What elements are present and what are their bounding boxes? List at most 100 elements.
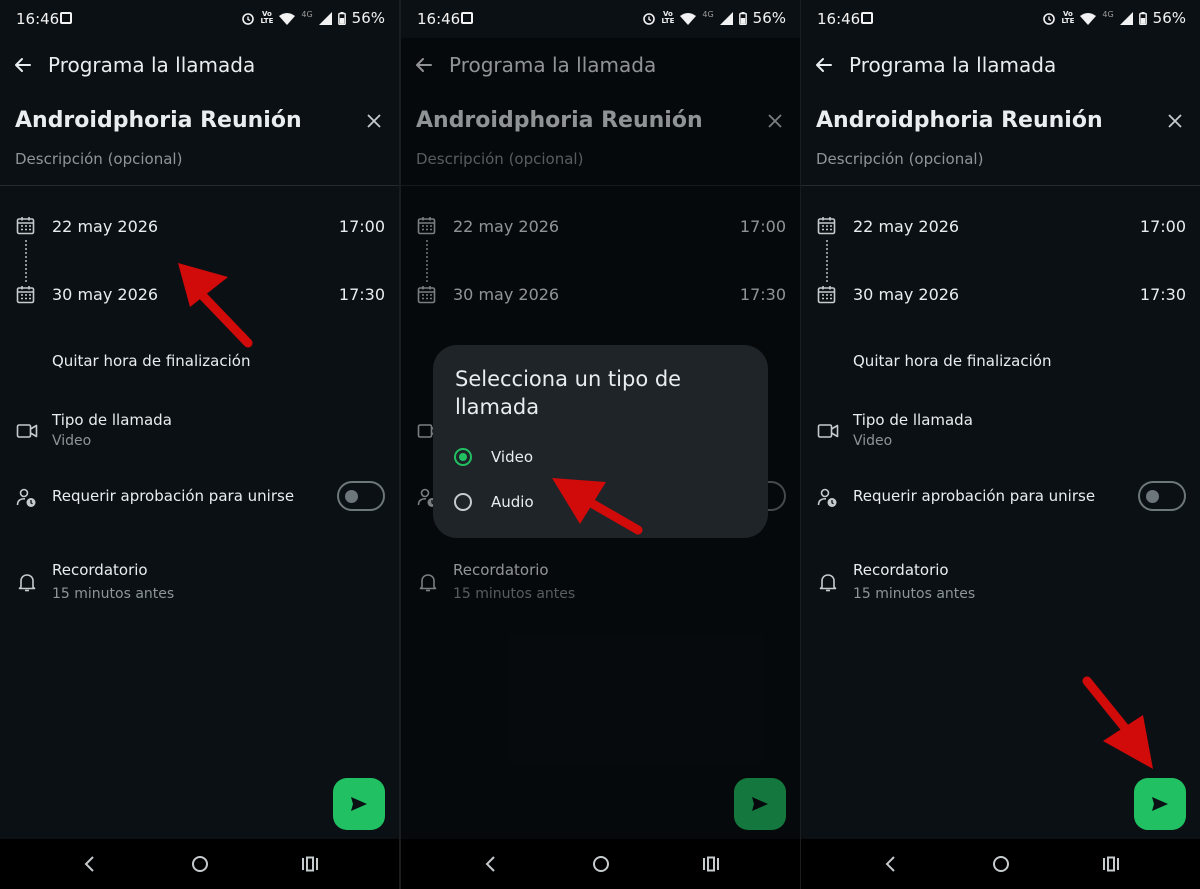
wifi-icon bbox=[680, 12, 697, 25]
screen-1: 16:46 Vo LTE 4G 56% Programa la llamada A… bbox=[0, 0, 399, 889]
calendar-icon bbox=[817, 286, 836, 304]
nav-recents-icon[interactable] bbox=[301, 855, 319, 873]
status-bar: 16:46 Vo LTE 4G 56% bbox=[401, 0, 800, 38]
description-input[interactable]: Descripción (opcional) bbox=[816, 150, 983, 168]
battery-icon bbox=[337, 11, 346, 25]
send-button[interactable] bbox=[333, 778, 385, 830]
alarm-icon bbox=[1042, 13, 1055, 25]
call-type-value: Video bbox=[52, 433, 92, 449]
radio-video-label[interactable]: Video bbox=[491, 448, 533, 466]
start-time[interactable]: 17:00 bbox=[339, 217, 385, 236]
annotation-arrow bbox=[1082, 676, 1153, 769]
screen-2: 16:46 Vo LTE 4G 56% Programa la llamada A… bbox=[401, 0, 800, 889]
status-bar: 16:46 Vo LTE 4G 56% bbox=[0, 0, 399, 38]
alarm-icon bbox=[241, 13, 254, 25]
reminder-value: 15 minutos antes bbox=[853, 586, 976, 602]
video-camera-icon bbox=[817, 424, 839, 438]
volte-icon: Vo LTE bbox=[260, 10, 274, 25]
description-input[interactable]: Descripción (opcional) bbox=[15, 150, 182, 168]
system-nav-bar bbox=[0, 839, 399, 889]
page-title: Programa la llamada bbox=[48, 53, 256, 77]
battery-level: 56% bbox=[1152, 9, 1186, 27]
screenshot-icon bbox=[461, 12, 473, 24]
nav-home-icon[interactable] bbox=[190, 854, 210, 874]
person-clock-icon bbox=[817, 488, 837, 507]
reminder-label[interactable]: Recordatorio bbox=[52, 561, 148, 579]
status-time: 16:46 bbox=[417, 10, 461, 28]
signal-icon bbox=[719, 11, 733, 25]
person-clock-icon bbox=[16, 488, 36, 507]
end-time[interactable]: 17:30 bbox=[339, 285, 385, 304]
signal-icon bbox=[1119, 11, 1133, 25]
screenshot-icon bbox=[60, 12, 72, 24]
send-icon bbox=[1152, 797, 1168, 811]
start-date[interactable]: 22 may 2026 bbox=[853, 217, 959, 236]
end-time[interactable]: 17:30 bbox=[1140, 285, 1186, 304]
nav-home-icon[interactable] bbox=[591, 854, 611, 874]
nav-recents-icon[interactable] bbox=[1102, 855, 1120, 873]
bell-icon bbox=[18, 574, 36, 592]
wifi-icon bbox=[1080, 12, 1097, 25]
status-time: 16:46 bbox=[817, 10, 861, 28]
divider bbox=[801, 185, 1200, 186]
end-date[interactable]: 30 may 2026 bbox=[52, 285, 158, 304]
call-type-label[interactable]: Tipo de llamada bbox=[52, 411, 172, 429]
system-nav-bar bbox=[801, 839, 1200, 889]
network-type: 4G bbox=[702, 10, 714, 19]
radio-audio-label[interactable]: Audio bbox=[491, 493, 534, 511]
nav-home-icon[interactable] bbox=[991, 854, 1011, 874]
annotation-arrow bbox=[178, 263, 253, 348]
screenshot-icon bbox=[861, 12, 873, 24]
send-button[interactable] bbox=[1134, 778, 1186, 830]
call-type-value: Video bbox=[853, 433, 893, 449]
back-arrow-icon[interactable] bbox=[811, 52, 837, 78]
nav-back-icon[interactable] bbox=[883, 855, 897, 873]
battery-icon bbox=[738, 11, 747, 25]
nav-recents-icon[interactable] bbox=[702, 855, 720, 873]
volte-icon: Vo LTE bbox=[661, 10, 675, 25]
annotation-arrow bbox=[552, 478, 643, 535]
nav-back-icon[interactable] bbox=[483, 855, 497, 873]
remove-end-time-button[interactable]: Quitar hora de finalización bbox=[52, 352, 250, 370]
toggle-knob bbox=[1146, 490, 1159, 503]
approval-toggle[interactable] bbox=[337, 481, 385, 511]
status-time: 16:46 bbox=[16, 10, 60, 28]
divider bbox=[0, 185, 399, 186]
alarm-icon bbox=[642, 13, 655, 25]
remove-end-time-button[interactable]: Quitar hora de finalización bbox=[853, 352, 1051, 370]
date-connector bbox=[826, 240, 828, 282]
approval-toggle[interactable] bbox=[1138, 481, 1186, 511]
start-time[interactable]: 17:00 bbox=[1140, 217, 1186, 236]
battery-icon bbox=[1138, 11, 1147, 25]
nav-back-icon[interactable] bbox=[82, 855, 96, 873]
dialog-title: Selecciona un tipo de llamada bbox=[455, 367, 682, 419]
event-title-input[interactable]: Androidphoria Reunión bbox=[816, 108, 1103, 133]
date-connector bbox=[25, 240, 27, 282]
close-icon[interactable] bbox=[1166, 112, 1184, 130]
app-header: Programa la llamada bbox=[801, 38, 1200, 94]
start-date[interactable]: 22 may 2026 bbox=[52, 217, 158, 236]
approval-label: Requerir aprobación para unirse bbox=[52, 487, 295, 505]
close-icon[interactable] bbox=[365, 112, 383, 130]
event-title-input[interactable]: Androidphoria Reunión bbox=[15, 108, 302, 133]
approval-label: Requerir aprobación para unirse bbox=[853, 487, 1096, 505]
calendar-icon bbox=[817, 217, 836, 235]
bell-icon bbox=[819, 574, 837, 592]
page-title: Programa la llamada bbox=[849, 53, 1057, 77]
end-date[interactable]: 30 may 2026 bbox=[853, 285, 959, 304]
calendar-icon bbox=[16, 286, 35, 304]
battery-level: 56% bbox=[752, 9, 786, 27]
video-camera-icon bbox=[16, 424, 38, 438]
call-type-label[interactable]: Tipo de llamada bbox=[853, 411, 973, 429]
calendar-icon bbox=[16, 217, 35, 235]
radio-audio[interactable] bbox=[454, 493, 472, 511]
battery-level: 56% bbox=[351, 9, 385, 27]
wifi-icon bbox=[279, 12, 296, 25]
radio-video[interactable] bbox=[454, 448, 472, 466]
network-type: 4G bbox=[1102, 10, 1114, 19]
back-arrow-icon[interactable] bbox=[10, 52, 36, 78]
reminder-value: 15 minutos antes bbox=[52, 586, 175, 602]
toggle-knob bbox=[345, 490, 358, 503]
signal-icon bbox=[318, 11, 332, 25]
reminder-label[interactable]: Recordatorio bbox=[853, 561, 949, 579]
